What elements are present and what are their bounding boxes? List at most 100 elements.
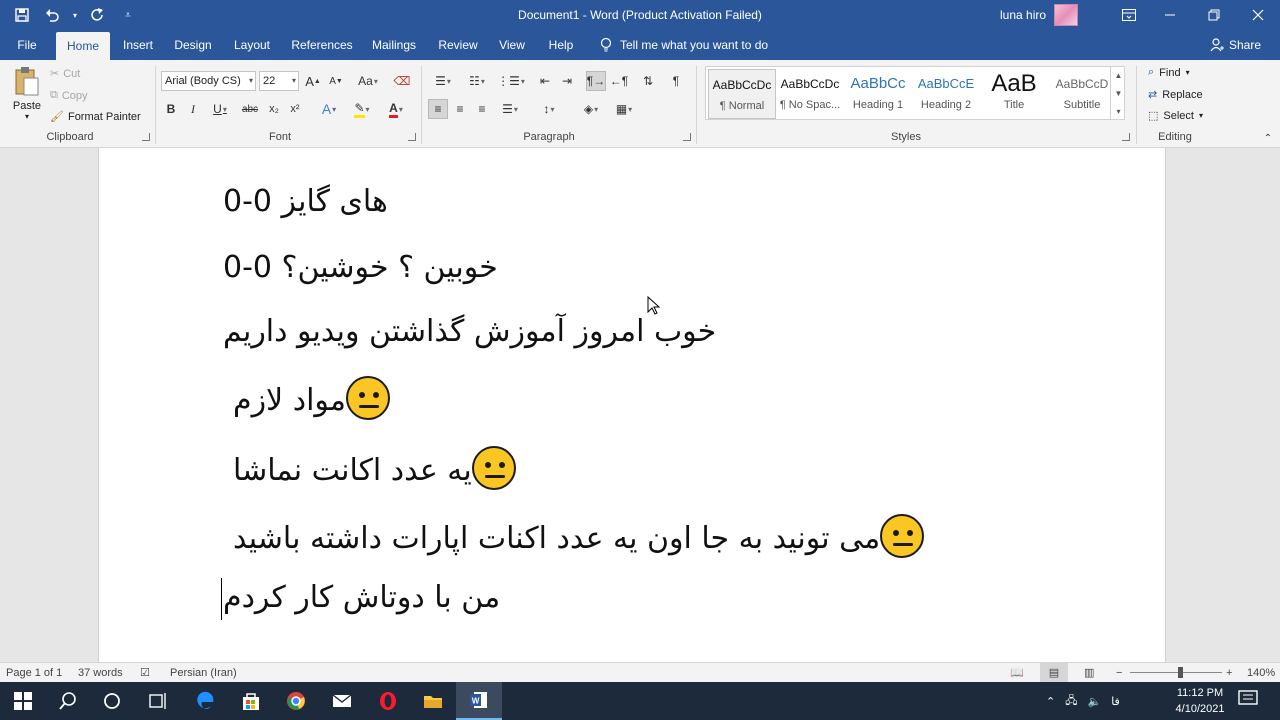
paste-dropdown-icon[interactable]: ▾ [8,112,46,121]
input-language[interactable]: فا [1111,695,1120,708]
paragraph-launcher-icon[interactable] [683,133,691,141]
tab-mailings[interactable]: Mailings [366,30,422,60]
language-indicator[interactable]: Persian (Iran) [170,663,237,683]
zoom-slider[interactable] [1130,672,1222,673]
doc-line[interactable]: خوب امروز آموزش گذاشتن ویدیو داریم [223,314,716,349]
zoom-slider-thumb[interactable] [1178,667,1183,678]
close-icon[interactable] [1236,0,1280,30]
style-no-spacing[interactable]: AaBbCcDc ¶ No Spac... [776,69,844,119]
share-label[interactable]: Share [1229,38,1261,52]
tab-file[interactable]: File [8,30,46,60]
word-app-icon[interactable]: W [456,682,502,720]
font-name-select[interactable]: Arial (Body CS) ▾ [161,71,256,91]
collapse-ribbon-icon[interactable]: ⌃ [1258,128,1278,148]
styles-launcher-icon[interactable] [1122,133,1130,141]
font-launcher-icon[interactable] [408,133,416,141]
chevron-down-icon[interactable]: ▼ [1115,89,1123,98]
edge-browser-icon[interactable] [182,682,228,720]
chevron-up-icon[interactable]: ▲ [1115,71,1123,80]
align-right-icon[interactable]: ≡ [472,99,492,119]
style-normal[interactable]: AaBbCcDc ¶ Normal [708,69,776,119]
tab-view[interactable]: View [492,30,532,60]
notifications-icon[interactable] [1238,690,1262,712]
doc-line-with-emoji[interactable]: مواد لازم [233,376,390,420]
word-count[interactable]: 37 words [78,663,123,683]
doc-line[interactable]: خوبین ؟ خوشین؟ 0-0 [223,250,498,285]
zoom-level[interactable]: 140% [1247,663,1275,683]
redo-icon[interactable] [86,3,110,27]
tell-me-label[interactable]: Tell me what you want to do [620,38,768,52]
tab-review[interactable]: Review [434,30,482,60]
mail-icon[interactable] [319,682,365,720]
tell-me-search[interactable]: Tell me what you want to do [600,30,768,60]
highlight-color-icon[interactable]: ✎ [347,99,377,119]
grow-font-icon[interactable]: A ▲ [303,71,323,91]
customize-qat-icon[interactable]: ⩡ [116,3,140,27]
tab-references[interactable]: References [288,30,356,60]
text-effects-icon[interactable]: A [314,99,344,119]
superscript-icon[interactable]: x² [285,99,305,119]
tab-design[interactable]: Design [168,30,218,60]
ltr-direction-icon[interactable]: ¶→ [586,71,606,91]
doc-line[interactable]: من با دوتاش کار کردم [223,580,500,615]
proofing-icon[interactable]: ☑ [140,663,150,683]
file-explorer-icon[interactable] [410,682,456,720]
minimize-icon[interactable] [1148,0,1192,30]
strikethrough-icon[interactable]: abc [240,99,260,119]
paste-button[interactable]: Paste ▾ [8,66,46,126]
doc-line-with-emoji[interactable]: می تونید به جا اون یه عدد اکنات اپارات د… [233,514,925,558]
document-area[interactable]: های گایز 0-0 خوبین ؟ خوشین؟ 0-0 خوب امرو… [0,148,1280,662]
network-icon[interactable]: 🖧 [1065,692,1077,711]
find-button[interactable]: ⌕ Find ▾ [1148,66,1190,79]
page-count[interactable]: Page 1 of 1 [6,663,62,683]
font-size-select[interactable]: 22 ▾ [259,71,299,91]
web-layout-icon[interactable]: ▥ [1084,663,1094,683]
clear-formatting-icon[interactable]: ⌫ [392,71,412,91]
undo-icon[interactable] [40,3,64,27]
tab-layout[interactable]: Layout [228,30,276,60]
restore-icon[interactable] [1192,0,1236,30]
borders-icon[interactable]: ▦ [609,99,639,119]
opera-icon[interactable] [365,682,411,720]
style-title[interactable]: AaB Title [980,69,1048,119]
numbering-icon[interactable]: ☷ [462,71,492,91]
read-mode-icon[interactable]: 📖 [1010,663,1024,683]
tab-insert[interactable]: Insert [116,30,160,60]
clipboard-launcher-icon[interactable] [142,133,150,141]
task-view-icon[interactable] [134,682,180,720]
rtl-direction-icon[interactable]: ←¶ [609,71,629,91]
style-subtitle[interactable]: AaBbCcD Subtitle [1048,69,1116,119]
align-left-icon[interactable]: ≡ [428,99,448,119]
zoom-in-icon[interactable]: + [1226,663,1232,683]
style-heading-1[interactable]: AaBbCc Heading 1 [844,69,912,119]
line-spacing-icon[interactable]: ↕ [534,99,564,119]
select-button[interactable]: ⬚ Select ▾ [1148,109,1203,123]
style-heading-2[interactable]: AaBbCcE Heading 2 [912,69,980,119]
shading-icon[interactable]: ◈ [576,99,606,119]
tab-help[interactable]: Help [542,30,580,60]
underline-icon[interactable]: U [206,99,234,119]
undo-dropdown-icon[interactable]: ▾ [70,3,80,27]
show-formatting-icon[interactable]: ¶ [666,71,686,91]
tab-home[interactable]: Home [56,32,110,60]
multilevel-list-icon[interactable]: ⋮☰ [496,71,526,91]
copy-button[interactable]: ⧉ Copy [50,89,88,102]
cortana-icon[interactable] [89,682,135,720]
account-area[interactable]: luna hiro [1000,0,1079,30]
justify-icon[interactable]: ☰ [496,99,524,119]
document-page[interactable]: های گایز 0-0 خوبین ؟ خوشین؟ 0-0 خوب امرو… [98,148,1166,662]
save-icon[interactable] [10,3,34,27]
bold-icon[interactable]: B [161,99,181,119]
zoom-out-icon[interactable]: − [1116,663,1122,683]
replace-button[interactable]: ⇄ Replace [1148,88,1203,102]
subscript-icon[interactable]: x₂ [264,99,284,119]
ribbon-display-options-icon[interactable] [1114,3,1144,27]
sort-icon[interactable]: ⇅ [638,71,658,91]
more-styles-icon[interactable]: ▾ [1116,107,1120,116]
store-icon[interactable] [228,682,274,720]
show-hidden-icons-icon[interactable]: ⌃ [1046,695,1055,708]
bullets-icon[interactable]: ☰ [428,71,458,91]
styles-scroll[interactable]: ▲ ▼ ▾ [1110,66,1126,120]
user-name[interactable]: luna hiro [1000,8,1046,22]
format-painter-button[interactable]: 🖌 Format Painter [50,110,141,124]
